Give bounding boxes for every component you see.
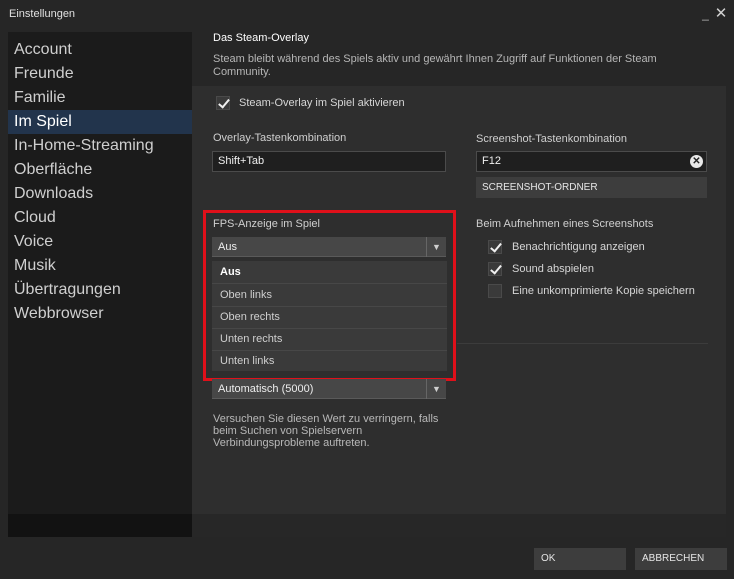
clear-icon[interactable]: ✕	[690, 155, 703, 168]
overlay-enable-checkbox[interactable]	[216, 96, 230, 110]
sidebar-footer	[8, 514, 192, 537]
overlay-enable-label: Steam-Overlay im Spiel aktivieren	[239, 97, 405, 109]
sound-checkbox[interactable]	[488, 262, 502, 276]
notification-checkbox[interactable]	[488, 240, 502, 254]
sidebar-item-uebertragungen[interactable]: Übertragungen	[8, 278, 192, 302]
sidebar-item-downloads[interactable]: Downloads	[8, 182, 192, 206]
section-divider	[457, 343, 708, 344]
sidebar-item-oberflaeche[interactable]: Oberfläche	[8, 158, 192, 182]
sidebar-item-im-spiel[interactable]: Im Spiel	[8, 110, 192, 134]
sidebar-item-cloud[interactable]: Cloud	[8, 206, 192, 230]
sidebar-item-familie[interactable]: Familie	[8, 86, 192, 110]
notification-label: Benachrichtigung anzeigen	[512, 241, 645, 253]
network-description: Versuchen Sie diesen Wert zu verringern,…	[213, 413, 439, 449]
sidebar-item-webbrowser[interactable]: Webbrowser	[8, 302, 192, 326]
cancel-button[interactable]: ABBRECHEN	[635, 548, 727, 570]
screenshot-folder-button[interactable]: SCREENSHOT-ORDNER	[476, 177, 707, 198]
settings-panel-footer	[192, 514, 726, 537]
sidebar-item-voice[interactable]: Voice	[8, 230, 192, 254]
screenshot-hotkey-input[interactable]: F12	[476, 151, 707, 172]
ok-button[interactable]: OK	[534, 548, 626, 570]
overlay-hotkey-label: Overlay-Tastenkombination	[213, 132, 347, 144]
highlight-frame	[203, 210, 456, 381]
network-select[interactable]: Automatisch (5000) ▼	[212, 379, 446, 399]
title-bar: Einstellungen _ ✕	[0, 0, 734, 28]
overlay-section-title: Das Steam-Overlay	[213, 32, 309, 44]
window-title: Einstellungen	[9, 8, 76, 20]
uncompressed-copy-label: Eine unkomprimierte Kopie speichern	[512, 285, 695, 297]
settings-sidebar: Account Freunde Familie Im Spiel In-Home…	[8, 32, 192, 537]
screenshot-capture-label: Beim Aufnehmen eines Screenshots	[476, 218, 654, 230]
sidebar-item-musik[interactable]: Musik	[8, 254, 192, 278]
sidebar-item-account[interactable]: Account	[8, 38, 192, 62]
sidebar-item-in-home-streaming[interactable]: In-Home-Streaming	[8, 134, 192, 158]
close-icon[interactable]: ✕	[714, 6, 728, 22]
sidebar-item-freunde[interactable]: Freunde	[8, 62, 192, 86]
overlay-description: Steam bleibt während des Spiels aktiv un…	[213, 53, 657, 78]
minimize-icon[interactable]: _	[700, 7, 711, 21]
overlay-hotkey-input[interactable]: Shift+Tab	[212, 151, 446, 172]
network-select-value: Automatisch (5000)	[218, 383, 314, 395]
screenshot-hotkey-label: Screenshot-Tastenkombination	[476, 133, 628, 145]
sound-label: Sound abspielen	[512, 263, 594, 275]
uncompressed-copy-checkbox[interactable]	[488, 284, 502, 298]
chevron-down-icon[interactable]: ▼	[426, 379, 446, 399]
